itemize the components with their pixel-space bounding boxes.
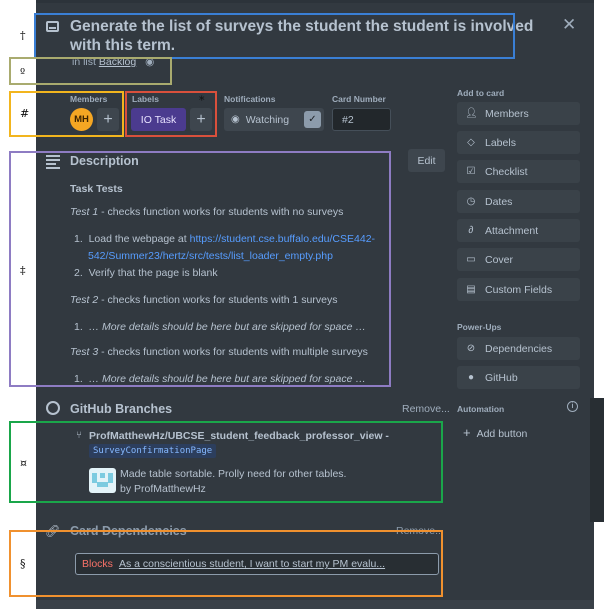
plus-icon: + <box>463 425 471 440</box>
link-icon: ⊘ <box>466 343 476 354</box>
modal-bottom-edge <box>36 600 594 609</box>
sidebar-button-label: Attachment <box>485 224 539 237</box>
sidebar-button-label: Checklist <box>485 165 528 178</box>
power-ups-heading: Power-Ups <box>457 322 502 332</box>
close-icon[interactable]: ✕ <box>562 15 576 35</box>
sidebar-button-label: Members <box>485 107 529 120</box>
add-button-button[interactable]: + Add button <box>463 425 527 440</box>
info-icon[interactable]: i <box>567 401 578 412</box>
annotation-box-dependencies <box>9 530 443 597</box>
sidebar-button-label: Labels <box>485 136 516 149</box>
person-icon: 👤︎ <box>465 108 478 119</box>
clock-icon: ◷ <box>466 196 476 207</box>
notifications-label: Notifications <box>224 94 276 104</box>
sidebar-checklist-button[interactable]: ☑ Checklist <box>457 160 580 183</box>
sidebar-button-label: Dependencies <box>485 342 553 355</box>
checkmark-icon: ✓ <box>304 111 321 128</box>
annotation-mark-asterisk: * <box>199 94 205 107</box>
sidebar-button-label: Dates <box>485 195 513 208</box>
watch-label: Watching <box>245 113 290 126</box>
annotation-mark-currency: ¤ <box>20 457 27 470</box>
sidebar-custom-fields-button[interactable]: ▤ Custom Fields <box>457 278 580 301</box>
add-to-card-heading: Add to card <box>457 88 505 98</box>
cover-icon: ▭ <box>466 254 476 265</box>
sidebar-dates-button[interactable]: ◷ Dates <box>457 190 580 213</box>
watch-button[interactable]: ◉ Watching ✓ <box>224 108 324 131</box>
annotation-mark-ordinal: º <box>20 66 26 79</box>
annotation-box-description <box>9 151 391 387</box>
sidebar-members-button[interactable]: 👤︎ Members <box>457 102 580 125</box>
checklist-icon: ☑ <box>466 166 476 177</box>
sidebar-cover-button[interactable]: ▭ Cover <box>457 248 580 271</box>
card-number-field[interactable]: #2 <box>332 108 391 131</box>
automation-heading: Automation <box>457 404 505 414</box>
annotation-mark-section: § <box>20 557 26 570</box>
add-button-label: Add button <box>476 428 528 440</box>
sidebar-button-label: GitHub <box>485 371 518 384</box>
sidebar-attachment-button[interactable]: ∂ Attachment <box>457 219 580 242</box>
github-icon <box>46 401 60 415</box>
annotation-mark-dagger: † <box>20 29 26 42</box>
github-icon: ● <box>467 372 475 383</box>
sidebar-github-button[interactable]: ● GitHub <box>457 366 580 389</box>
sidebar-labels-button[interactable]: ◇ Labels <box>457 131 580 154</box>
tag-icon: ◇ <box>467 137 475 148</box>
sidebar-button-label: Custom Fields <box>485 283 553 296</box>
annotation-box-list <box>9 57 172 85</box>
edit-description-button[interactable]: Edit <box>408 149 445 172</box>
custom-fields-icon: ▤ <box>466 284 476 295</box>
eye-icon: ◉ <box>231 114 240 125</box>
sidebar-dependencies-button[interactable]: ⊘ Dependencies <box>457 337 580 360</box>
annotation-mark-hash: # <box>20 107 30 120</box>
annotation-mark-double-dagger: ‡ <box>20 264 26 277</box>
remove-github-button[interactable]: Remove... <box>402 403 450 415</box>
board-background <box>590 398 604 522</box>
card-number-label: Card Number <box>332 94 386 104</box>
annotation-box-github <box>9 421 443 503</box>
paperclip-icon: ∂ <box>468 225 474 236</box>
annotation-box-title <box>34 13 515 59</box>
github-heading: GitHub Branches <box>70 402 173 416</box>
sidebar-button-label: Cover <box>485 253 514 266</box>
